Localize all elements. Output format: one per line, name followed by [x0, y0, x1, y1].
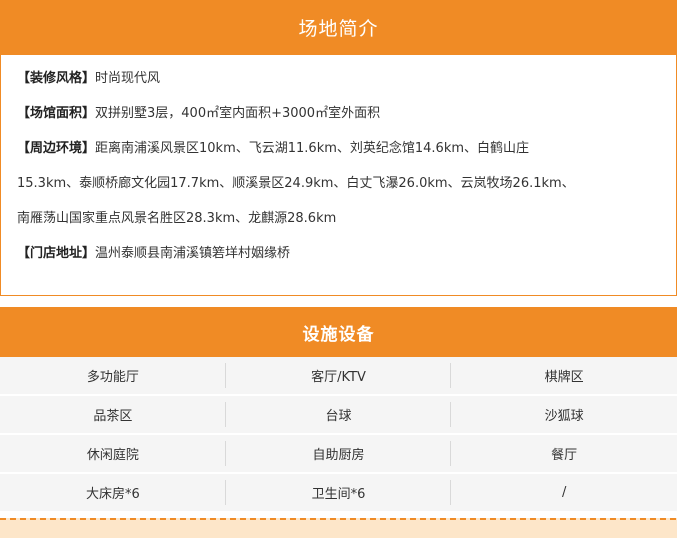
venue-intro-title: 场地简介 [1, 0, 676, 55]
intro-row-area: 【场馆面积】双拼别墅3层，400㎡室内面积+3000㎡室外面积 [17, 96, 676, 131]
facility-cell: / [561, 485, 567, 500]
intro-row-surroundings: 【周边环境】距离南浦溪风景区10km、飞云湖11.6km、刘英纪念馆14.6km… [17, 131, 676, 166]
venue-intro-body: 【装修风格】时尚现代风 【场馆面积】双拼别墅3层，400㎡室内面积+3000㎡室… [1, 55, 676, 271]
intro-row-style: 【装修风格】时尚现代风 [17, 61, 676, 96]
intro-text: 温州泰顺县南浦溪镇箬垟村姻缘桥 [95, 246, 291, 261]
facilities-grid: 多功能厅 客厅/KTV 棋牌区 品茶区 台球 沙狐球 休闲庭院 自助厨房 餐厅 … [0, 357, 677, 513]
facility-cell: 卫生间*6 [226, 474, 452, 511]
facility-cell: 客厅/KTV [226, 357, 452, 394]
intro-text: 南雁荡山国家重点风景名胜区28.3km、龙麒源28.6km [17, 211, 337, 226]
intro-row-address: 【门店地址】温州泰顺县南浦溪镇箬垟村姻缘桥 [17, 236, 676, 271]
facility-cell: 大床房*6 [0, 474, 226, 511]
venue-intro-panel: 场地简介 【装修风格】时尚现代风 【场馆面积】双拼别墅3层，400㎡室内面积+3… [0, 0, 677, 296]
facilities-title: 设施设备 [0, 307, 677, 357]
facility-cell: 沙狐球 [544, 409, 584, 424]
intro-tag: 【门店地址】 [17, 246, 96, 261]
facility-cell: 餐厅 [551, 448, 578, 463]
intro-text: 双拼别墅3层，400㎡室内面积+3000㎡室外面积 [95, 106, 381, 121]
facilities-row: 多功能厅 客厅/KTV 棋牌区 [0, 357, 677, 396]
intro-tag: 【场馆面积】 [17, 106, 96, 121]
facilities-row: 休闲庭院 自助厨房 餐厅 [0, 435, 677, 474]
intro-tag: 【周边环境】 [17, 141, 96, 156]
facility-cell: 棋牌区 [544, 370, 584, 385]
intro-row-surroundings-cont: 南雁荡山国家重点风景名胜区28.3km、龙麒源28.6km [17, 201, 676, 236]
intro-text: 时尚现代风 [95, 71, 161, 86]
intro-text: 距离南浦溪风景区10km、飞云湖11.6km、刘英纪念馆14.6km、白鹤山庄 [95, 141, 530, 156]
page: 场地简介 【装修风格】时尚现代风 【场馆面积】双拼别墅3层，400㎡室内面积+3… [0, 0, 679, 538]
facility-cell: 多功能厅 [0, 357, 226, 394]
facility-cell: 自助厨房 [226, 435, 452, 472]
intro-row-surroundings-cont: 15.3km、泰顺桥廊文化园17.7km、顺溪景区24.9km、白丈飞瀑26.0… [17, 166, 676, 201]
facilities-row: 品茶区 台球 沙狐球 [0, 396, 677, 435]
facility-cell: 品茶区 [0, 396, 226, 433]
bottom-decor-strip [0, 518, 677, 538]
facility-cell: 休闲庭院 [0, 435, 226, 472]
facilities-panel: 设施设备 多功能厅 客厅/KTV 棋牌区 品茶区 台球 沙狐球 休闲庭院 自助厨… [0, 307, 677, 513]
facility-cell: 台球 [226, 396, 452, 433]
facilities-row: 大床房*6 卫生间*6 / [0, 474, 677, 513]
intro-tag: 【装修风格】 [17, 71, 96, 86]
intro-text: 15.3km、泰顺桥廊文化园17.7km、顺溪景区24.9km、白丈飞瀑26.0… [17, 176, 575, 191]
